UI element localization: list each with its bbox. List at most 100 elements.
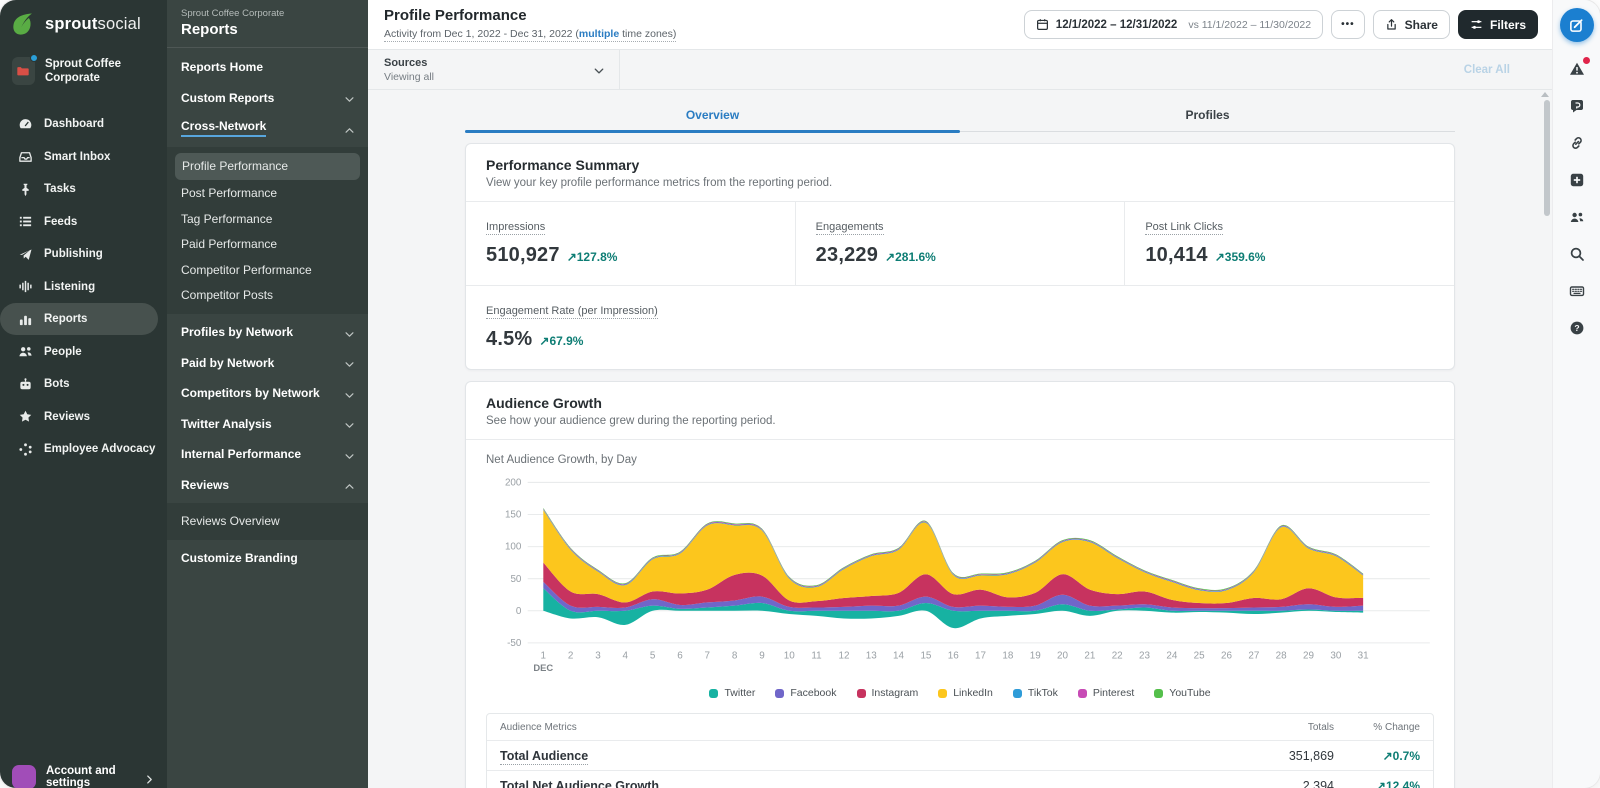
header-actions: 12/1/2022 – 12/31/2022 vs 11/1/2022 – 11… bbox=[1024, 10, 1538, 39]
chart-legend: Twitter Facebook Instagram LinkedIn TikTok Pi… bbox=[466, 679, 1454, 711]
reports-nav-internal-performance[interactable]: Internal Performance bbox=[167, 439, 368, 470]
svg-text:21: 21 bbox=[1084, 650, 1095, 661]
reports-nav-list: Reports HomeCustom ReportsCross-Network P… bbox=[167, 48, 368, 573]
tab-profiles[interactable]: Profiles bbox=[960, 100, 1455, 131]
legend-item-facebook[interactable]: Facebook bbox=[775, 687, 836, 699]
list-icon bbox=[18, 214, 33, 229]
reports-nav-reports-home[interactable]: Reports Home bbox=[167, 52, 368, 83]
search-button[interactable] bbox=[1565, 242, 1589, 266]
clear-all-button[interactable]: Clear All bbox=[1464, 64, 1510, 76]
account-settings-label: Account and settings bbox=[46, 765, 134, 788]
row-metric-label[interactable]: Total Net Audience Growth bbox=[500, 779, 659, 788]
svg-text:0: 0 bbox=[516, 606, 522, 617]
reports-nav-cross-network[interactable]: Cross-Network bbox=[167, 113, 368, 144]
sidebar-item-listening[interactable]: Listening bbox=[0, 270, 167, 303]
sidebar-item-employee-advocacy[interactable]: Employee Advocacy bbox=[0, 433, 167, 466]
date-range-button[interactable]: 12/1/2022 – 12/31/2022 vs 11/1/2022 – 11… bbox=[1024, 10, 1323, 39]
filters-button[interactable]: Filters bbox=[1458, 10, 1538, 39]
sidebar-item-reviews[interactable]: Reviews bbox=[0, 400, 167, 433]
chat-button[interactable] bbox=[1565, 94, 1589, 118]
row-metric-label[interactable]: Total Audience bbox=[500, 749, 588, 765]
plus-square-button[interactable] bbox=[1565, 168, 1589, 192]
keyboard-button[interactable] bbox=[1565, 279, 1589, 303]
metric-label[interactable]: Impressions bbox=[486, 221, 545, 235]
account-switcher[interactable]: Sprout Coffee Corporate bbox=[0, 47, 167, 100]
scrollbar-up-arrow[interactable] bbox=[1541, 92, 1549, 97]
metric-label[interactable]: Engagements bbox=[816, 221, 884, 235]
reports-nav-customize-branding[interactable]: Customize Branding bbox=[167, 543, 368, 574]
sources-dropdown[interactable]: Sources Viewing all bbox=[368, 50, 620, 89]
help-circle-button[interactable]: ? bbox=[1565, 316, 1589, 340]
legend-item-instagram[interactable]: Instagram bbox=[857, 687, 919, 699]
metric-value-row: 4.5%↗67.9% bbox=[486, 328, 1434, 351]
net-audience-growth-chart[interactable]: 200150100500-501234567891011121314151617… bbox=[466, 468, 1454, 679]
legend-item-pinterest[interactable]: Pinterest bbox=[1078, 687, 1134, 699]
users-button[interactable] bbox=[1565, 205, 1589, 229]
tab-overview[interactable]: Overview bbox=[465, 100, 960, 131]
legend-item-tiktok[interactable]: TikTok bbox=[1013, 687, 1058, 699]
robot-icon bbox=[18, 377, 33, 392]
sidebar-item-feeds[interactable]: Feeds bbox=[0, 205, 167, 238]
sidebar-item-smart-inbox[interactable]: Smart Inbox bbox=[0, 140, 167, 173]
reports-nav-label: Paid Performance bbox=[181, 237, 277, 251]
legend-item-twitter[interactable]: Twitter bbox=[709, 687, 755, 699]
user-avatar bbox=[12, 765, 36, 788]
legend-label: Facebook bbox=[790, 687, 836, 699]
notification-badge bbox=[1583, 57, 1590, 64]
compose-button[interactable] bbox=[1560, 8, 1594, 42]
account-settings[interactable]: Account and settings bbox=[0, 760, 167, 788]
audience-growth-title: Audience Growth bbox=[486, 395, 1434, 411]
reports-nav-profile-performance[interactable]: Profile Performance bbox=[175, 153, 360, 180]
col-audience-metrics: Audience Metrics bbox=[500, 722, 1224, 733]
chevron-down-icon bbox=[344, 449, 355, 460]
page-header: Profile Performance Activity from Dec 1,… bbox=[368, 0, 1552, 50]
multiple-timezones-link[interactable]: multiple bbox=[579, 28, 619, 40]
more-options-button[interactable]: ••• bbox=[1331, 10, 1365, 39]
main-area: Profile Performance Activity from Dec 1,… bbox=[368, 0, 1552, 788]
reports-nav-reviews[interactable]: Reviews bbox=[167, 470, 368, 501]
reports-nav-profiles-by-network[interactable]: Profiles by Network bbox=[167, 317, 368, 348]
performance-summary-card: Performance Summary View your key profil… bbox=[465, 143, 1455, 370]
reports-nav-tag-performance[interactable]: Tag Performance bbox=[167, 206, 368, 232]
audience-growth-subtitle: See how your audience grew during the re… bbox=[486, 415, 1434, 427]
keyboard-icon bbox=[1569, 283, 1585, 299]
reports-nav-label: Internal Performance bbox=[181, 447, 301, 461]
sidebar-item-label: Listening bbox=[44, 281, 95, 293]
sidebar-item-label: Bots bbox=[44, 378, 70, 390]
sidebar-item-reports[interactable]: Reports bbox=[0, 303, 158, 336]
col-percent-change: % Change bbox=[1334, 722, 1420, 733]
reports-nav-competitors-by-network[interactable]: Competitors by Network bbox=[167, 378, 368, 409]
metric-engagement-rate-per-impression: Engagement Rate (per Impression) 4.5%↗67.… bbox=[466, 286, 1454, 369]
reports-nav-label: Post Performance bbox=[181, 186, 277, 200]
row-percent-change: ↗0.7% bbox=[1334, 749, 1420, 763]
metric-label[interactable]: Engagement Rate (per Impression) bbox=[486, 305, 658, 319]
share-button[interactable]: Share bbox=[1373, 10, 1450, 39]
activity-range[interactable]: Activity from Dec 1, 2022 - Dec 31, 2022… bbox=[384, 28, 676, 42]
sidebar-item-bots[interactable]: Bots bbox=[0, 368, 167, 401]
reports-nav-post-performance[interactable]: Post Performance bbox=[167, 181, 368, 207]
reports-nav-competitor-performance[interactable]: Competitor Performance bbox=[167, 257, 368, 283]
svg-text:8: 8 bbox=[732, 650, 738, 661]
legend-item-youtube[interactable]: YouTube bbox=[1154, 687, 1210, 699]
legend-item-linkedin[interactable]: LinkedIn bbox=[938, 687, 993, 699]
reports-nav-reviews-overview[interactable]: Reviews Overview bbox=[167, 508, 368, 534]
alert-triangle-button[interactable] bbox=[1565, 57, 1589, 81]
reports-nav-label: Competitor Posts bbox=[181, 288, 273, 302]
scrollbar-thumb[interactable] bbox=[1544, 100, 1550, 216]
reports-nav-competitor-posts[interactable]: Competitor Posts bbox=[167, 283, 368, 309]
page-title-block: Profile Performance Activity from Dec 1,… bbox=[384, 7, 676, 42]
brand-logo[interactable]: sproutsocial bbox=[0, 0, 167, 47]
reports-nav-twitter-analysis[interactable]: Twitter Analysis bbox=[167, 409, 368, 440]
link-button[interactable] bbox=[1565, 131, 1589, 155]
sidebar-item-tasks[interactable]: Tasks bbox=[0, 173, 167, 206]
sidebar-item-people[interactable]: People bbox=[0, 335, 167, 368]
sidebar-item-publishing[interactable]: Publishing bbox=[0, 238, 167, 271]
sidebar-item-dashboard[interactable]: Dashboard bbox=[0, 108, 167, 141]
primary-sidebar: sproutsocial Sprout Coffee Corporate Das… bbox=[0, 0, 167, 788]
reports-nav-custom-reports[interactable]: Custom Reports bbox=[167, 83, 368, 114]
metric-label[interactable]: Post Link Clicks bbox=[1145, 221, 1223, 235]
row-total-value: 2,394 bbox=[1224, 779, 1334, 788]
reports-nav-paid-performance[interactable]: Paid Performance bbox=[167, 232, 368, 258]
svg-text:7: 7 bbox=[705, 650, 711, 661]
reports-nav-paid-by-network[interactable]: Paid by Network bbox=[167, 348, 368, 379]
